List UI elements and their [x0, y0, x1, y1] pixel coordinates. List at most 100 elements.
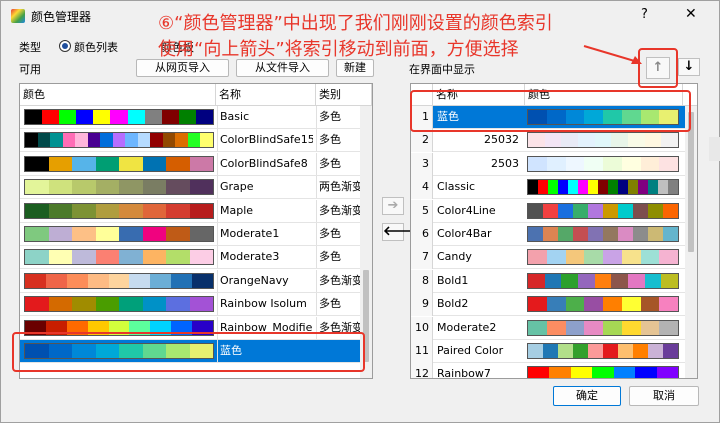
swatch-color — [628, 180, 638, 195]
available-row[interactable]: Basic 多色 — [20, 106, 360, 129]
swatch-color — [543, 203, 558, 218]
available-row-category: 多色 — [316, 293, 360, 316]
swatch-color — [95, 297, 119, 312]
display-row[interactable]: 10 Moderate2 — [411, 316, 685, 340]
display-row[interactable]: 11 Paired Color — [411, 340, 685, 363]
swatch-color — [95, 180, 119, 195]
swatch-color — [48, 180, 72, 195]
swatch-color — [663, 203, 678, 218]
swatch-color — [142, 250, 166, 265]
swatch-color — [558, 180, 568, 195]
display-row-index: 7 — [411, 246, 433, 270]
swatch-color — [166, 180, 190, 195]
display-row[interactable]: 2 25032 — [411, 129, 685, 153]
close-icon[interactable]: ✕ — [685, 6, 697, 22]
swatch-color — [528, 227, 543, 241]
swatch-color — [100, 133, 113, 148]
swatch-color — [162, 133, 176, 148]
display-row[interactable]: 12 Rainbow7 — [411, 363, 685, 378]
swatch-color — [142, 227, 166, 241]
swatch-color — [166, 203, 190, 218]
swatch-color — [603, 320, 622, 335]
display-row-index: 8 — [411, 269, 433, 293]
move-down-button[interactable]: ↓ — [678, 58, 700, 76]
available-row[interactable]: Maple 多色渐变 — [20, 199, 360, 223]
swatch-color — [543, 227, 558, 241]
display-row[interactable]: 7 Candy — [411, 246, 685, 270]
available-row[interactable]: ColorBlindSafe15 多色 — [20, 129, 360, 153]
swatch-color — [87, 273, 109, 288]
display-row-swatch — [527, 272, 679, 289]
swatch-color — [37, 133, 51, 148]
swatch-color — [166, 227, 190, 241]
col-name[interactable]: 名称 — [216, 84, 316, 106]
swatch-color — [129, 273, 151, 288]
swatch-color — [659, 250, 678, 265]
swatch-color — [189, 203, 213, 218]
swatch-color — [638, 180, 648, 195]
swatch-color — [119, 250, 143, 265]
col-category[interactable]: 类别 — [316, 84, 372, 106]
display-row[interactable]: 8 Bold1 — [411, 269, 685, 293]
import-web-button[interactable]: 从网页导入 — [136, 59, 229, 77]
display-row[interactable]: 5 Color4Line — [411, 199, 685, 223]
new-button[interactable]: 新建 — [336, 59, 374, 77]
available-row[interactable]: OrangeNavy 多色渐变 — [20, 269, 360, 293]
swatch-color — [565, 320, 585, 335]
swatch-color — [166, 297, 190, 312]
display-row[interactable]: 3 2503 — [411, 152, 685, 176]
swatch-color — [640, 250, 660, 265]
swatch-color — [137, 133, 151, 148]
swatch-color — [48, 227, 72, 241]
swatch-color — [558, 203, 573, 218]
move-left-button[interactable]: 🡐 — [382, 223, 418, 241]
display-row-name: 2503 — [491, 156, 519, 170]
cancel-button[interactable]: 取消 — [629, 386, 699, 406]
swatch-color — [538, 180, 548, 195]
swatch-color — [621, 320, 641, 335]
display-row[interactable]: 9 Bold2 — [411, 293, 685, 317]
swatch-color — [558, 227, 573, 241]
available-row-name: Moderate3 — [217, 246, 313, 269]
radio-color-list[interactable] — [59, 40, 71, 52]
available-row[interactable]: Moderate1 多色 — [20, 223, 360, 246]
available-row[interactable]: Grape 两色渐变 — [20, 176, 360, 200]
display-row-index: 4 — [411, 176, 433, 200]
swatch-color — [125, 133, 138, 148]
display-scroll-thumb[interactable] — [688, 112, 694, 252]
display-row[interactable]: 6 Color4Bar — [411, 223, 685, 246]
swatch-color — [546, 250, 566, 265]
swatch-color — [25, 273, 46, 288]
available-row[interactable]: Rainbow Isolum 多色 — [20, 293, 360, 317]
available-row-category: 多色渐变 — [316, 269, 360, 292]
available-row-category: 多色 — [316, 223, 360, 245]
swatch-color — [192, 273, 214, 288]
display-row[interactable]: 4 Classic — [411, 176, 685, 200]
swatch-color — [561, 133, 579, 148]
display-scrollbar[interactable] — [685, 106, 697, 378]
swatch-color — [528, 320, 547, 335]
swatch-color — [25, 133, 38, 148]
swatch-color — [48, 156, 72, 171]
display-row-index: 10 — [411, 316, 433, 340]
swatch-color — [87, 133, 101, 148]
swatch-color — [621, 156, 641, 171]
swatch-color — [640, 320, 660, 335]
swatch-color — [588, 344, 603, 358]
swatch-color — [95, 227, 119, 241]
move-right-button[interactable]: ➔ — [382, 197, 404, 215]
display-row-name: Bold2 — [437, 297, 469, 311]
col-color[interactable]: 颜色 — [20, 84, 216, 106]
available-row[interactable]: ColorBlindSafe8 多色 — [20, 152, 360, 176]
swatch-color — [528, 180, 538, 195]
swatch-color — [603, 203, 618, 218]
available-row[interactable]: Moderate3 多色 — [20, 246, 360, 270]
ok-button[interactable]: 确定 — [553, 386, 621, 406]
swatch-color — [570, 367, 593, 378]
import-file-button[interactable]: 从文件导入 — [236, 59, 329, 77]
help-button[interactable]: ? — [641, 7, 648, 22]
available-row-name: Maple — [217, 199, 313, 222]
swatch-color — [621, 297, 641, 312]
display-row-swatch — [527, 155, 679, 172]
display-row-name: Paired Color — [437, 344, 504, 357]
